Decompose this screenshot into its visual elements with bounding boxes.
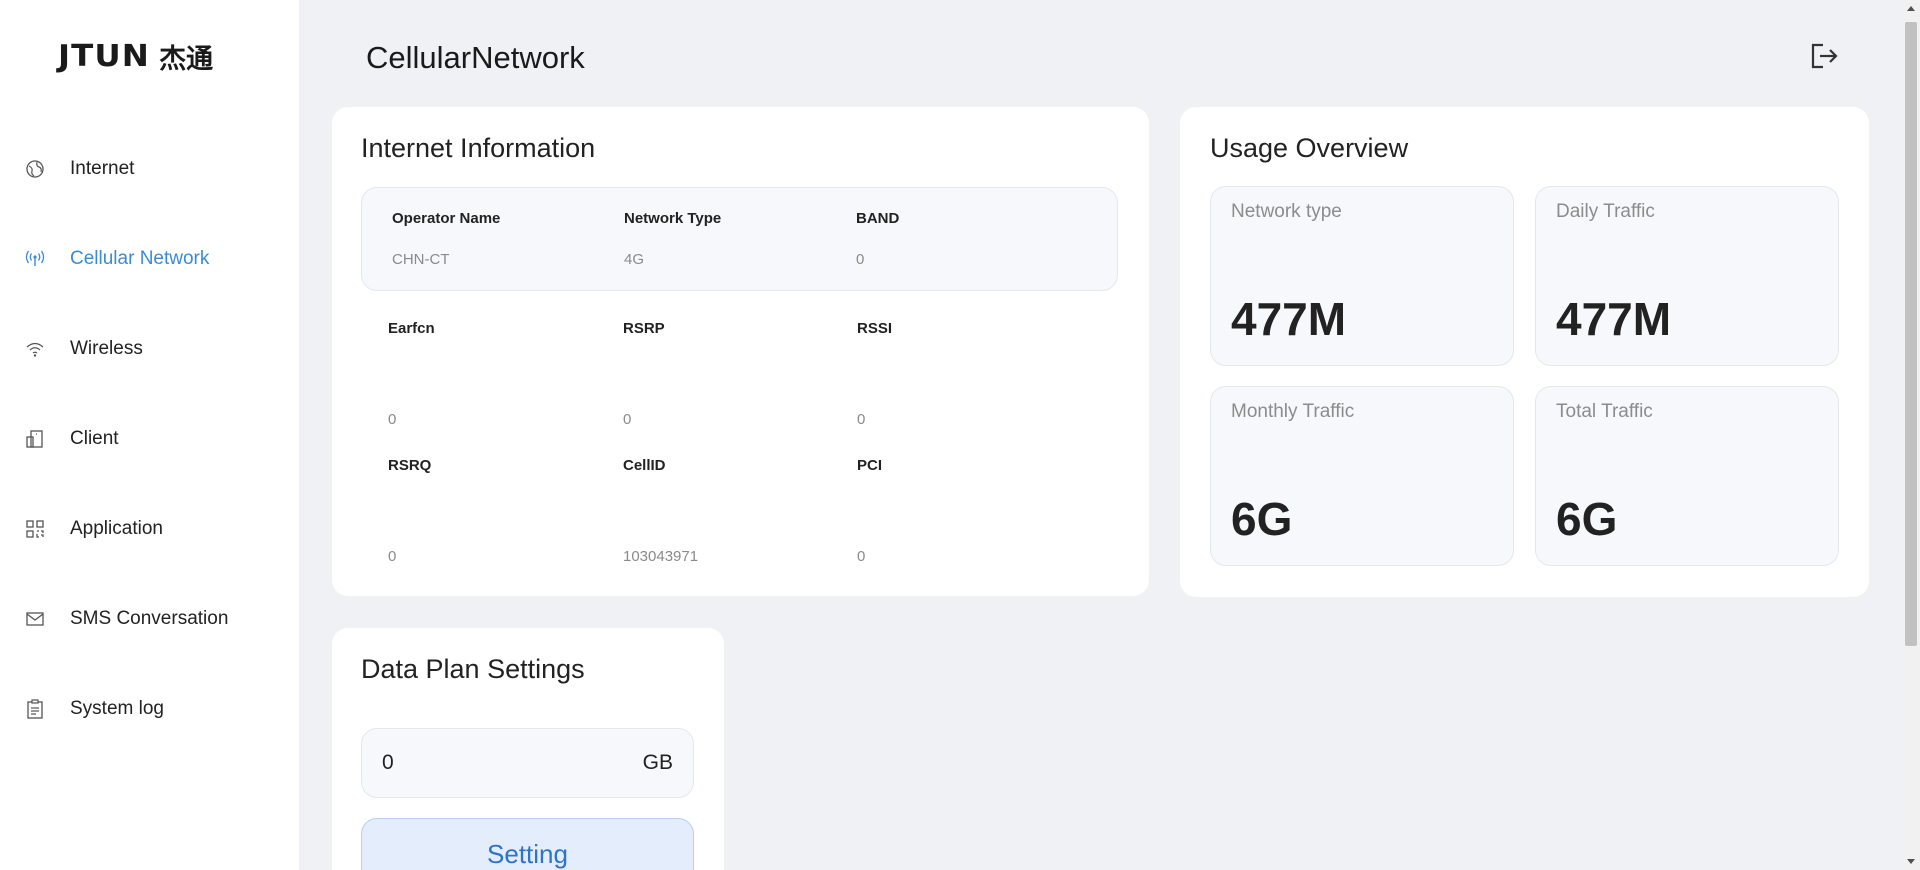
network-type-stat: Network type 477M [1210,186,1514,366]
stat-value: 6G [1231,493,1293,545]
sidebar-item-application[interactable]: Application [0,484,299,574]
stat-label: Network type [1231,201,1342,222]
cellid-label: CellID [623,457,666,474]
brand-cjk: 杰通 [159,43,214,75]
logout-icon [1811,43,1838,69]
pci-value: 0 [857,548,866,565]
client-device-icon [24,428,46,450]
rsrp-label: RSRP [623,320,665,337]
data-plan-settings-title: Data Plan Settings [361,654,585,684]
sidebar-item-label: Cellular Network [70,248,210,269]
logout-button[interactable] [1808,40,1840,72]
stat-value: 477M [1231,293,1347,345]
sidebar-item-label: System log [70,698,164,719]
scrollbar-thumb[interactable] [1905,22,1917,646]
sidebar-item-sms-conversation[interactable]: SMS Conversation [0,574,299,664]
scroll-down-arrow-icon[interactable] [1907,859,1915,864]
operator-name-value: CHN-CT [392,251,450,268]
sidebar-item-wireless[interactable]: Wireless [0,304,299,394]
rssi-value: 0 [857,411,866,428]
clipboard-icon [24,698,46,720]
daily-traffic-stat: Daily Traffic 477M [1535,186,1839,366]
operator-summary-box: Operator Name CHN-CT Network Type 4G BAN… [361,187,1118,291]
brand-latin: JTUN [58,38,150,74]
sidebar-item-label: Wireless [70,338,143,359]
rsrp-value: 0 [623,411,632,428]
usage-overview-card: Usage Overview Network type 477M Daily T… [1180,107,1869,597]
sidebar-item-system-log[interactable]: System log [0,664,299,754]
network-type-value: 4G [624,251,645,268]
internet-information-card: Internet Information Operator Name CHN-C… [332,107,1149,596]
sidebar: JTUN 杰通 Internet Cellular Network Wirele… [0,0,299,870]
rsrq-label: RSRQ [388,457,432,474]
pci-label: PCI [857,457,883,474]
sidebar-item-label: Internet [70,158,135,179]
stat-value: 6G [1556,493,1618,545]
sidebar-item-cellular-network[interactable]: Cellular Network [0,214,299,304]
internet-information-title: Internet Information [361,133,596,163]
page-scrollbar[interactable] [1902,0,1920,870]
network-type-label: Network Type [624,210,722,227]
rsrq-value: 0 [388,548,397,565]
apps-grid-icon [24,518,46,540]
globe-icon [24,158,46,180]
wifi-icon [24,338,46,360]
stat-value: 477M [1556,293,1672,345]
page-title: CellularNetwork [366,40,585,75]
setting-button[interactable]: Setting [361,818,694,870]
rssi-label: RSSI [857,320,893,337]
sidebar-item-internet[interactable]: Internet [0,124,299,214]
sidebar-nav: Internet Cellular Network Wireless Clien… [0,124,299,754]
earfcn-value: 0 [388,411,397,428]
sidebar-item-label: Client [70,428,119,449]
band-value: 0 [856,251,865,268]
stat-label: Total Traffic [1556,401,1653,422]
antenna-icon [24,248,46,270]
earfcn-label: Earfcn [388,320,435,337]
total-traffic-stat: Total Traffic 6G [1535,386,1839,566]
sidebar-item-label: Application [70,518,163,539]
scroll-up-arrow-icon[interactable] [1907,6,1915,11]
band-label: BAND [856,210,900,227]
cellid-value: 103043971 [623,548,699,565]
usage-overview-title: Usage Overview [1210,133,1409,163]
monthly-traffic-stat: Monthly Traffic 6G [1210,386,1514,566]
sidebar-item-client[interactable]: Client [0,394,299,484]
data-plan-input[interactable]: 0 GB [361,728,694,798]
sidebar-item-label: SMS Conversation [70,608,229,629]
brand-logo: JTUN 杰通 [58,38,214,75]
data-plan-unit: GB [642,751,673,774]
data-plan-value[interactable]: 0 [382,751,643,775]
stat-label: Daily Traffic [1556,201,1655,222]
stat-label: Monthly Traffic [1231,401,1355,422]
mail-icon [24,608,46,630]
data-plan-settings-card: Data Plan Settings 0 GB Setting [332,628,724,870]
operator-name-label: Operator Name [392,210,501,227]
